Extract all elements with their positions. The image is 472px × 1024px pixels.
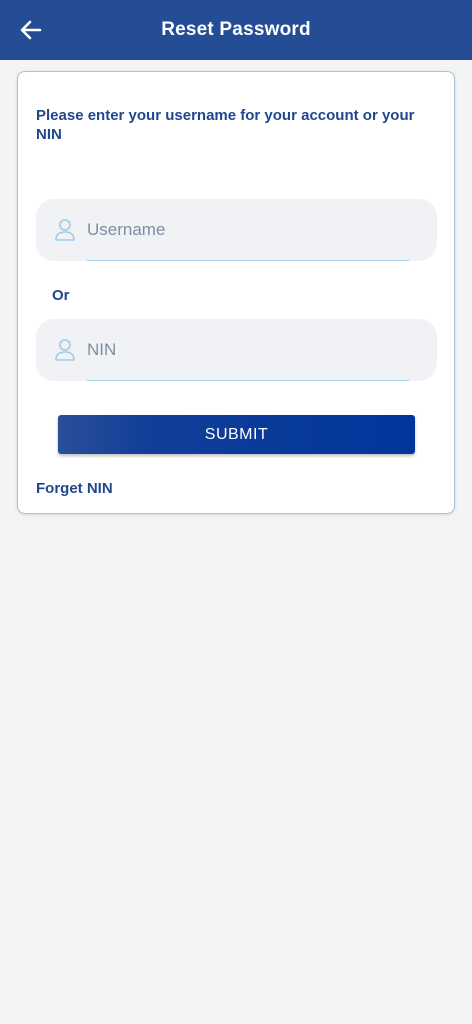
person-icon [55, 219, 75, 241]
forget-nin-link[interactable]: Forget NIN [36, 480, 113, 497]
instruction-text: Please enter your username for your acco… [36, 107, 415, 143]
app-bar: Reset Password [0, 0, 472, 60]
back-button[interactable] [12, 11, 50, 49]
arrow-left-icon [20, 20, 42, 40]
person-icon [55, 339, 75, 361]
nin-field[interactable] [36, 319, 437, 381]
reset-password-card: Please enter your username for your acco… [17, 71, 455, 514]
submit-button[interactable]: SUBMIT [58, 415, 415, 454]
nin-input[interactable] [87, 331, 407, 369]
nin-underline [87, 380, 409, 381]
username-underline [87, 260, 409, 261]
username-field[interactable] [36, 199, 437, 261]
page-title: Reset Password [161, 19, 311, 40]
username-input[interactable] [87, 211, 407, 249]
or-label: Or [52, 287, 70, 304]
